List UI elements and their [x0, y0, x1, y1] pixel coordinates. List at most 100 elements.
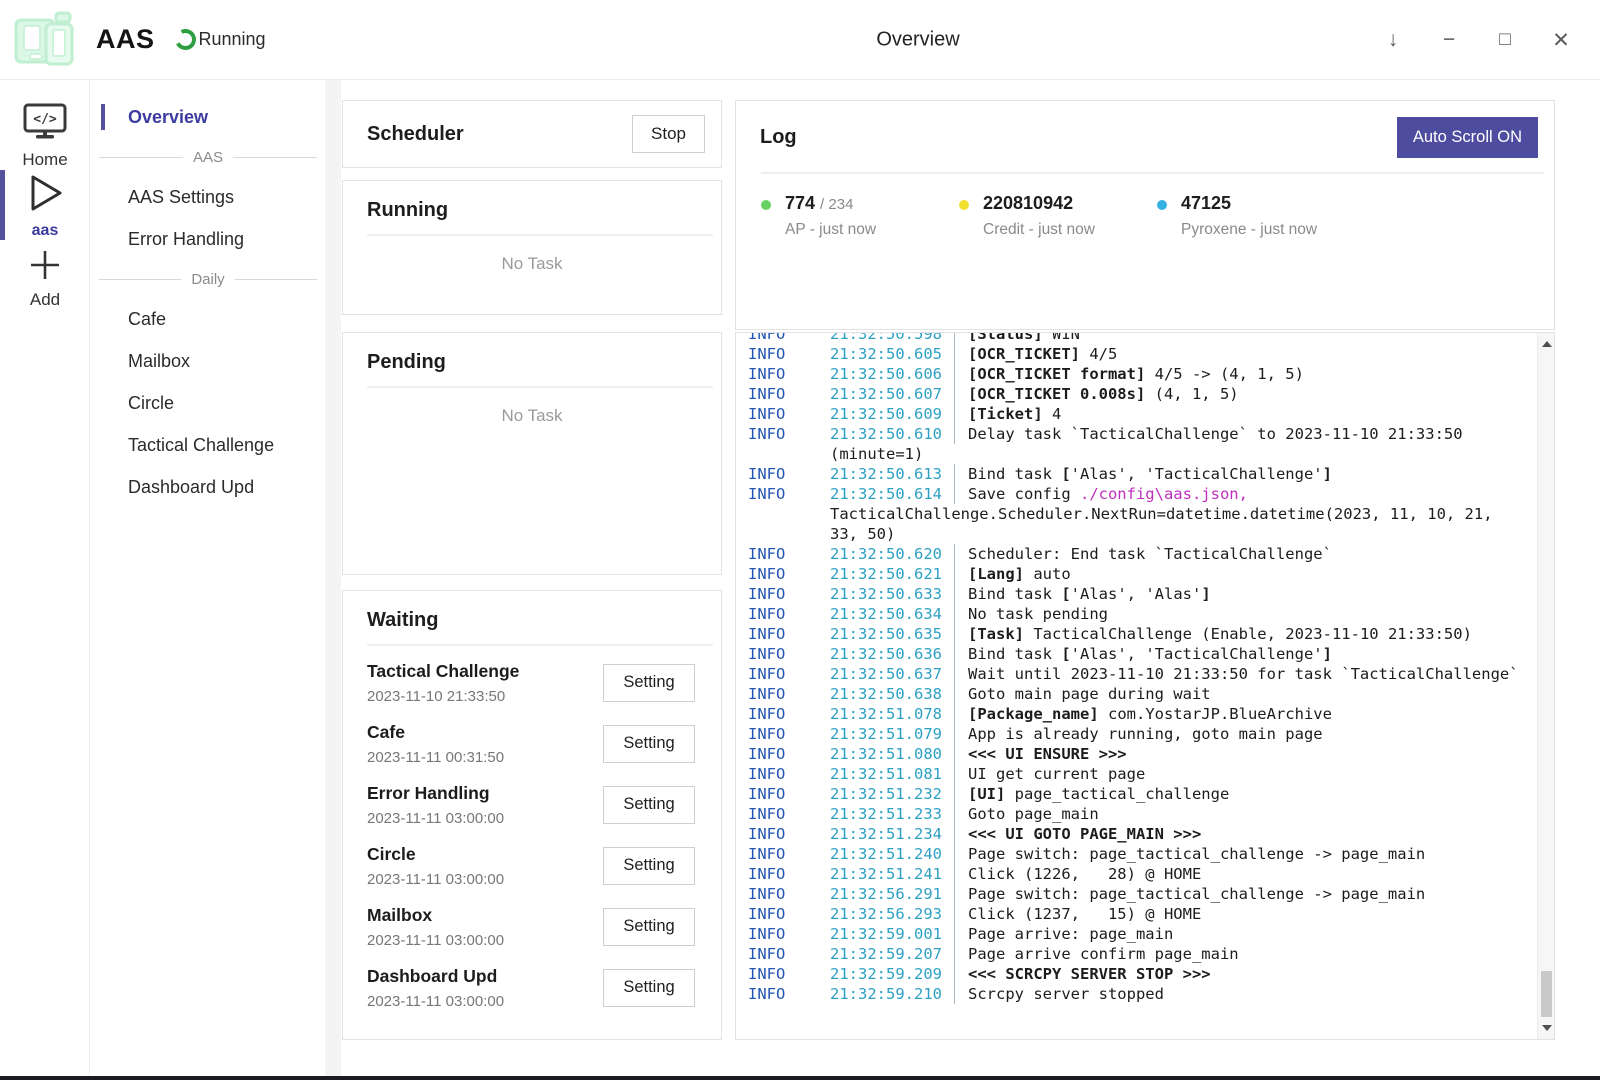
nav-item-error-handling[interactable]: Error Handling: [91, 218, 325, 260]
nav-item-cafe[interactable]: Cafe: [91, 298, 325, 340]
waiting-task-dashboard-upd: Dashboard Upd2023-11-11 03:00:00Setting: [343, 957, 721, 1018]
stat-dot: [1157, 200, 1167, 210]
log-text: Delay task `TacticalChallenge` to 2023-1…: [968, 425, 1463, 443]
nav-item-overview[interactable]: Overview: [91, 96, 325, 138]
log-output[interactable]: INFO21:32:50.598[Status] WININFO21:32:50…: [735, 332, 1555, 1040]
nav-item-dashboard-upd[interactable]: Dashboard Upd: [91, 466, 325, 508]
log-line: INFO21:32:50.621[Lang] auto: [748, 564, 1527, 584]
log-level: INFO: [748, 724, 830, 744]
log-scrollbar[interactable]: [1537, 333, 1554, 1039]
log-message: Page arrive confirm page_main: [954, 944, 1527, 964]
stat-item-credit: 220810942Credit - just now: [959, 193, 1157, 239]
log-line: INFO21:32:50.613Bind task ['Alas', 'Tact…: [748, 464, 1527, 484]
log-level: INFO: [748, 644, 830, 664]
log-text: Page arrive confirm page_main: [968, 945, 1239, 963]
log-level-spacer: [748, 504, 830, 524]
task-setting-button[interactable]: Setting: [603, 847, 695, 885]
scroll-thumb[interactable]: [1541, 971, 1552, 1017]
nav-item-mailbox[interactable]: Mailbox: [91, 340, 325, 382]
app-logo-icon: [12, 10, 78, 70]
stop-button[interactable]: Stop: [632, 115, 705, 153]
card-divider: [367, 234, 713, 236]
stat-dot: [959, 200, 969, 210]
stat-label: AP - just now: [785, 221, 876, 239]
log-line: INFO21:32:50.637Wait until 2023-11-10 21…: [748, 664, 1527, 684]
log-text: Page switch: page_tactical_challenge -> …: [968, 845, 1425, 863]
stat-dot: [761, 200, 771, 210]
log-message: [Package_name] com.YostarJP.BlueArchive: [954, 704, 1527, 724]
log-text: No task pending: [968, 605, 1108, 623]
log-text: Goto main page during wait: [968, 685, 1211, 703]
waiting-task-list: Tactical Challenge2023-11-10 21:33:50Set…: [343, 652, 721, 1018]
log-time: 21:32:51.080: [830, 744, 954, 764]
task-next-run: 2023-11-11 00:31:50: [367, 749, 504, 766]
log-level: INFO: [748, 984, 830, 1004]
task-setting-button[interactable]: Setting: [603, 725, 695, 763]
nav-item-aas-settings[interactable]: AAS Settings: [91, 176, 325, 218]
log-continuation: (minute=1): [830, 444, 1527, 464]
log-text: 4/5 -> (4, 1, 5): [1145, 365, 1304, 383]
stat-body: 47125Pyroxene - just now: [1181, 193, 1317, 239]
code-monitor-icon: </>: [22, 102, 68, 142]
log-level: INFO: [748, 844, 830, 864]
task-setting-button[interactable]: Setting: [603, 908, 695, 946]
log-line: INFO21:32:50.638Goto main page during wa…: [748, 684, 1527, 704]
dashboard-stats: 774/ 234AP - just now220810942Credit - j…: [736, 174, 1554, 239]
log-text: Scheduler: End task `TacticalChallenge`: [968, 545, 1332, 563]
log-time: 21:32:50.636: [830, 644, 954, 664]
log-level: INFO: [748, 824, 830, 844]
log-level: INFO: [748, 624, 830, 644]
nav-item-label: Overview: [128, 107, 208, 128]
log-line: INFO21:32:50.605[OCR_TICKET] 4/5: [748, 344, 1527, 364]
pending-card: Pending No Task: [342, 332, 722, 575]
scheduler-card: Scheduler Stop: [342, 100, 722, 168]
stat-value-number: 220810942: [983, 193, 1073, 213]
maximize-button maximize-icon[interactable]: □: [1484, 18, 1526, 62]
rail-item-add[interactable]: Add: [0, 248, 90, 310]
log-text: Page arrive: page_main: [968, 925, 1173, 943]
rail-item-aas[interactable]: aas: [0, 172, 90, 240]
log-text: TacticalChallenge (Enable, 2023-11-10 21…: [1024, 625, 1472, 643]
nav-item-tactical-challenge[interactable]: Tactical Challenge: [91, 424, 325, 466]
log-message: No task pending: [954, 604, 1527, 624]
task-name: Circle: [367, 844, 504, 865]
scroll-down-button[interactable]: [1538, 1019, 1555, 1037]
log-level: INFO: [748, 384, 830, 404]
rail-item-home[interactable]: </> Home: [0, 102, 90, 170]
close-button close-icon[interactable]: ✕: [1540, 18, 1582, 62]
log-level: INFO: [748, 424, 830, 444]
task-setting-button[interactable]: Setting: [603, 664, 695, 702]
auto-scroll-button[interactable]: Auto Scroll ON: [1397, 117, 1538, 158]
minimize-button minimize-icon[interactable]: −: [1428, 18, 1470, 62]
log-time: 21:32:51.240: [830, 844, 954, 864]
log-line: INFO21:32:50.620Scheduler: End task `Tac…: [748, 544, 1527, 564]
log-level: INFO: [748, 364, 830, 384]
log-line: INFO21:32:50.606[OCR_TICKET format] 4/5 …: [748, 364, 1527, 384]
log-time: 21:32:50.613: [830, 464, 954, 484]
task-setting-button[interactable]: Setting: [603, 969, 695, 1007]
log-time: 21:32:59.001: [830, 924, 954, 944]
stat-label: Pyroxene - just now: [1181, 221, 1317, 239]
log-message: Wait until 2023-11-10 21:33:50 for task …: [954, 664, 1527, 684]
log-message: [Task] TacticalChallenge (Enable, 2023-1…: [954, 624, 1527, 644]
log-time: 21:32:50.637: [830, 664, 954, 684]
task-setting-button[interactable]: Setting: [603, 786, 695, 824]
log-text: UI get current page: [968, 765, 1145, 783]
log-level: INFO: [748, 604, 830, 624]
log-text: <<< UI GOTO PAGE_MAIN >>>: [968, 825, 1201, 843]
scroll-up-button[interactable]: [1538, 335, 1555, 353]
scheduler-status-label: Running: [199, 29, 266, 50]
nav-item-circle[interactable]: Circle: [91, 382, 325, 424]
log-text: com.YostarJP.BlueArchive: [1099, 705, 1332, 723]
log-text: [: [1061, 645, 1070, 663]
log-line: 33, 50): [748, 524, 1527, 544]
window-title: Overview: [876, 28, 959, 51]
log-time: 21:32:50.634: [830, 604, 954, 624]
log-level-spacer: [748, 524, 830, 544]
log-message: UI get current page: [954, 764, 1527, 784]
log-message: Scheduler: End task `TacticalChallenge`: [954, 544, 1527, 564]
log-text: Bind task: [968, 465, 1061, 483]
log-text: [OCR_TICKET format]: [968, 365, 1145, 383]
running-card: Running No Task: [342, 180, 722, 315]
hide-window-button arrow-down-icon[interactable]: ↓: [1372, 18, 1414, 62]
